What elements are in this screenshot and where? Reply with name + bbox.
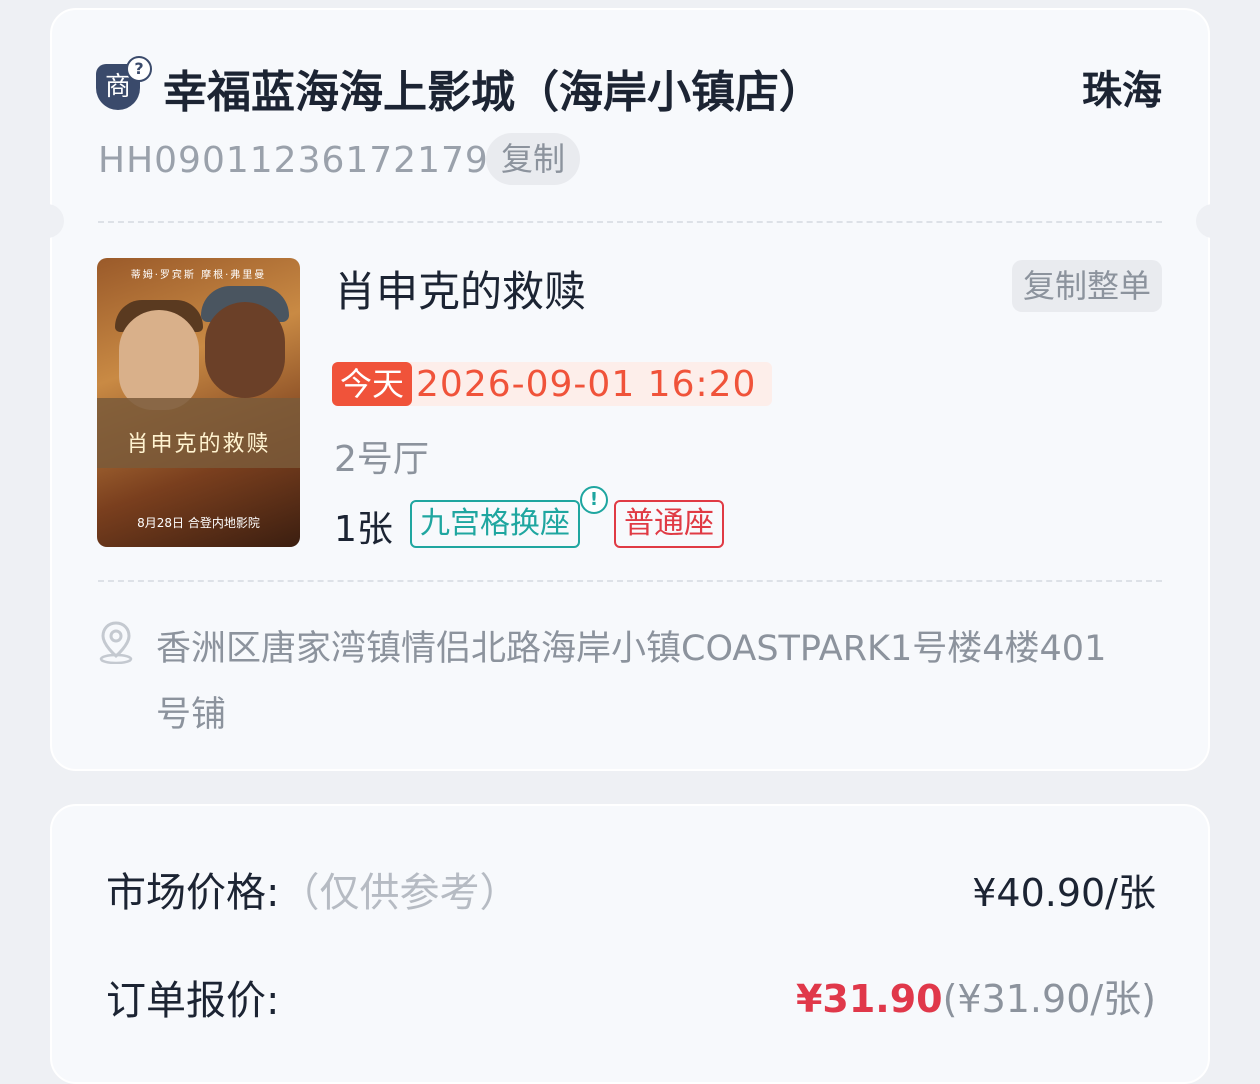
market-price-note: （仅供参考） [279,870,520,916]
showtime-badge: 今天 2026-09-01 16:20 [332,362,773,406]
hall-label: 2号厅 [334,439,429,480]
order-quote-total: ¥31.90 [795,977,943,1021]
order-number: HH090112361721792 [98,140,513,181]
divider [98,221,1162,223]
seat-type-tag: 普通座 [614,500,724,548]
poster-date-text: 8月28日 合登内地影院 [137,516,260,530]
copy-whole-order-button[interactable]: 复制整单 [1012,260,1162,312]
cinema-address: 香洲区唐家湾镇情侣北路海岸小镇COASTPARK1号楼4楼401号铺 [156,629,1107,735]
ticket-notch-right [1196,204,1230,238]
movie-poster[interactable]: 蒂姆·罗宾斯 摩根·弗里曼 肖申克的救赎 8月28日 合登内地影院 [97,258,300,547]
market-price-label-text: 市场价格: [106,870,280,916]
seat-swap-info-icon[interactable]: ! [580,486,608,514]
divider [98,580,1162,582]
market-price-value: ¥40.90/张 [972,871,1156,915]
seat-swap-tag: 九宫格换座 [410,500,580,548]
showtime-text: 2026-09-01 16:20 [416,363,757,405]
city-label: 珠海 [1082,68,1162,114]
location-pin-icon [99,621,133,664]
ticket-count: 1张 [334,509,393,550]
today-tag: 今天 [332,362,413,406]
cinema-name: 幸福蓝海海上影城（海岸小镇店） [163,67,823,118]
order-quote-unit: (¥31.90/张) [942,977,1156,1021]
copy-order-number-button[interactable]: 复制 [486,133,580,185]
price-card [50,804,1210,1084]
market-price-label: 市场价格:（仅供参考） [106,860,519,918]
order-quote-value: ¥31.90(¥31.90/张) [796,968,1156,1023]
merchant-help-icon[interactable]: ? [126,56,152,82]
poster-cast-text: 蒂姆·罗宾斯 摩根·弗里曼 [130,270,267,281]
movie-title: 肖申克的救赎 [334,267,587,316]
poster-title-text: 肖申克的救赎 [126,432,271,457]
ticket-notch-left [30,204,64,238]
order-quote-label: 订单报价: [106,978,280,1024]
